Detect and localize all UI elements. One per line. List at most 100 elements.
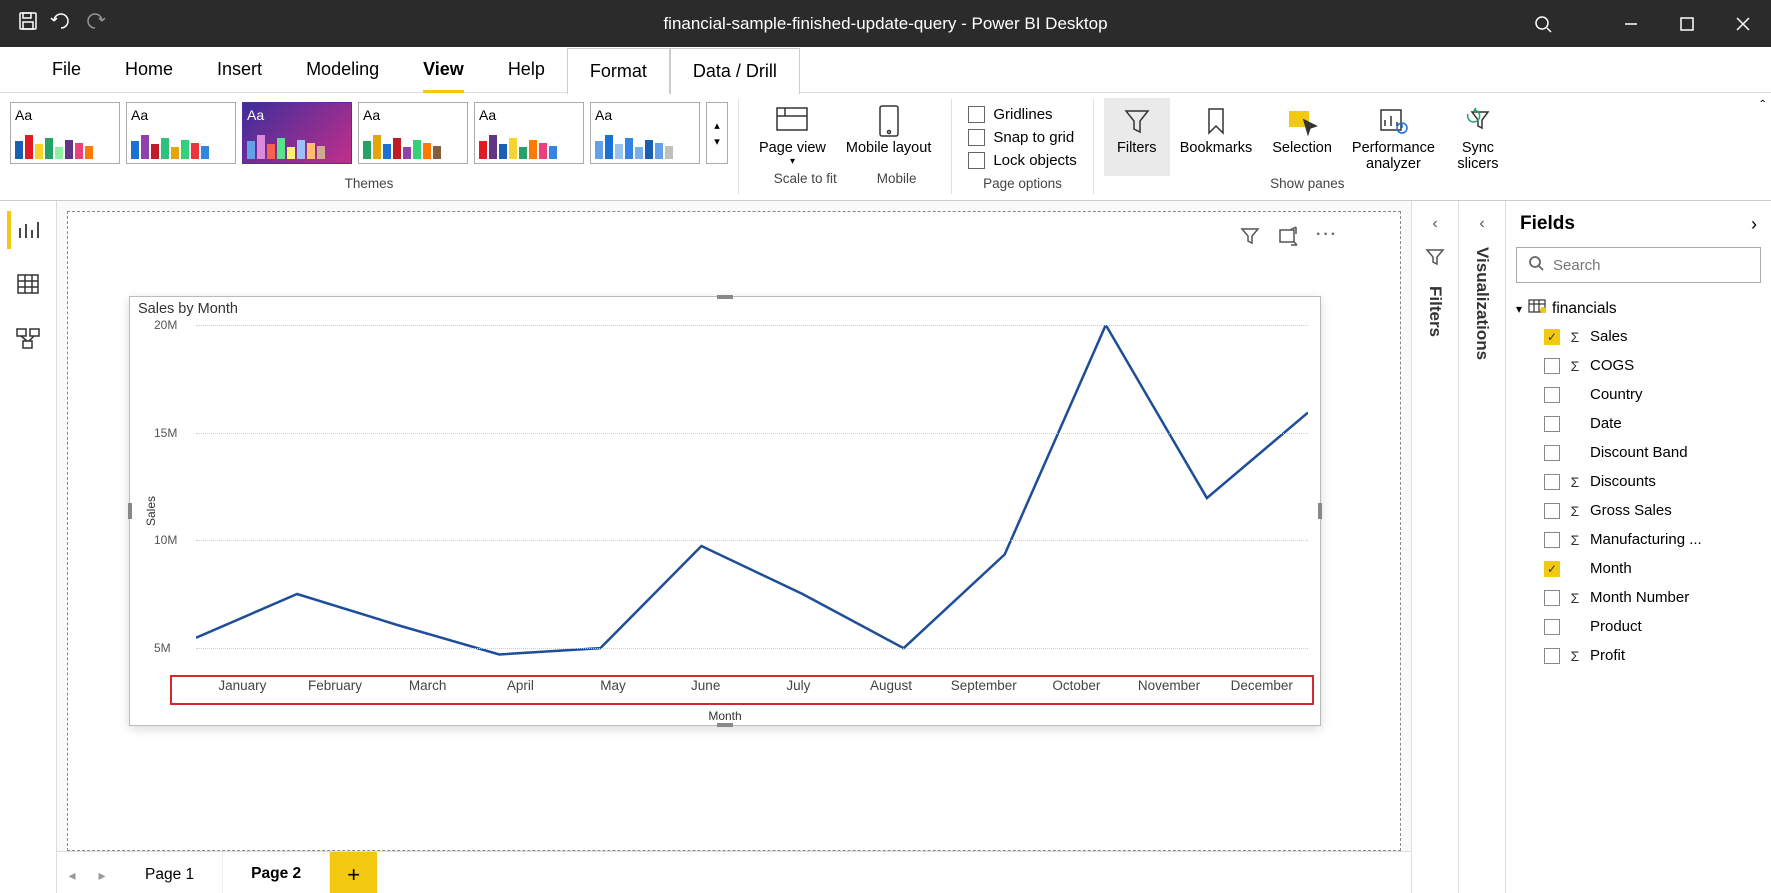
undo-icon[interactable] (50, 12, 72, 35)
page-view-button[interactable]: Page view ▾ (749, 98, 836, 171)
save-icon[interactable] (18, 11, 38, 36)
menu-help[interactable]: Help (486, 47, 567, 92)
next-page-button[interactable]: ▸ (87, 867, 117, 884)
selection-label: Selection (1272, 140, 1332, 156)
selection-pane-button[interactable]: Selection (1262, 98, 1342, 176)
selection-icon (1286, 102, 1318, 140)
gridlines-checkbox[interactable]: Gridlines (962, 103, 1058, 126)
field-checkbox[interactable] (1544, 416, 1560, 432)
menu-modeling[interactable]: Modeling (284, 47, 401, 92)
field-row[interactable]: Date (1516, 409, 1761, 438)
chevron-down-icon: ▾ (790, 156, 795, 167)
menu-file[interactable]: File (30, 47, 103, 92)
report-view-button[interactable] (7, 211, 45, 249)
filters-pane-button[interactable]: Filters (1104, 98, 1170, 176)
field-checkbox[interactable] (1544, 590, 1560, 606)
field-row[interactable]: Product (1516, 612, 1761, 641)
resize-handle[interactable] (717, 295, 733, 299)
performance-analyzer-button[interactable]: Performance analyzer (1342, 98, 1445, 176)
chevron-left-icon[interactable]: ‹ (1432, 215, 1437, 233)
field-row[interactable]: Σ Discounts (1516, 467, 1761, 496)
fields-pane: Fields › ▾ financials ΣSalesΣCOGSCountry… (1505, 201, 1771, 893)
theme-card[interactable]: Aa (126, 102, 236, 164)
snap-to-grid-checkbox[interactable]: Snap to grid (962, 126, 1080, 149)
page-tab-strip: ◂ ▸ Page 1Page 2 + (57, 851, 1411, 893)
resize-handle[interactable] (717, 723, 733, 727)
fields-search-input[interactable] (1553, 257, 1752, 274)
line-chart-visual[interactable]: Sales by Month Sales Month JanuaryFebrua… (129, 296, 1321, 726)
theme-card[interactable]: Aa (590, 102, 700, 164)
menu-format[interactable]: Format (567, 48, 670, 94)
field-row[interactable]: ΣCOGS (1516, 351, 1761, 380)
sigma-icon: Σ (1568, 590, 1582, 606)
sync-slicers-button[interactable]: Sync slicers (1445, 98, 1511, 176)
page-view-icon (775, 102, 809, 140)
gridlines-label: Gridlines (993, 106, 1052, 123)
add-page-button[interactable]: + (330, 852, 377, 893)
report-canvas[interactable]: ··· Sales by Month Sales Month JanuaryFe… (67, 211, 1401, 851)
field-row[interactable]: ΣGross Sales (1516, 496, 1761, 525)
page-tab[interactable]: Page 2 (223, 852, 330, 893)
mobile-layout-button[interactable]: Mobile layout (836, 98, 941, 171)
sigma-icon: Σ (1568, 474, 1582, 490)
bookmarks-label: Bookmarks (1180, 140, 1253, 156)
more-options-icon[interactable]: ··· (1316, 226, 1338, 251)
close-button[interactable] (1715, 0, 1771, 47)
field-row[interactable]: ΣMonth Number (1516, 583, 1761, 612)
table-node[interactable]: ▾ financials (1516, 295, 1761, 322)
filters-pane-collapsed[interactable]: ‹ Filters (1411, 201, 1458, 893)
lock-label: Lock objects (993, 152, 1076, 169)
themes-gallery[interactable]: Aa Aa Aa Aa Aa Aa ▴▾ (10, 98, 728, 168)
chevron-right-icon[interactable]: › (1751, 214, 1757, 235)
field-row[interactable]: Country (1516, 380, 1761, 409)
chart-title: Sales by Month (130, 297, 1320, 321)
field-label: Discount Band (1590, 444, 1688, 461)
visualizations-pane-collapsed[interactable]: ‹ Visualizations (1458, 201, 1505, 893)
field-checkbox[interactable] (1544, 445, 1560, 461)
prev-page-button[interactable]: ◂ (57, 867, 87, 884)
sigma-icon: Σ (1568, 358, 1582, 374)
field-row[interactable]: Discount Band (1516, 438, 1761, 467)
chevron-left-icon[interactable]: ‹ (1479, 215, 1484, 233)
page-tab[interactable]: Page 1 (117, 852, 223, 893)
field-checkbox[interactable] (1544, 358, 1560, 374)
theme-card[interactable]: Aa (242, 102, 352, 164)
field-label: Discounts (1590, 473, 1656, 490)
field-checkbox[interactable] (1544, 503, 1560, 519)
data-view-button[interactable] (9, 265, 47, 303)
themes-dropdown[interactable]: ▴▾ (706, 102, 728, 164)
menu-insert[interactable]: Insert (195, 47, 284, 92)
field-checkbox[interactable] (1544, 561, 1560, 577)
field-checkbox[interactable] (1544, 387, 1560, 403)
field-checkbox[interactable] (1544, 619, 1560, 635)
field-row[interactable]: ΣSales (1516, 322, 1761, 351)
menu-home[interactable]: Home (103, 47, 195, 92)
field-checkbox[interactable] (1544, 329, 1560, 345)
resize-handle[interactable] (128, 503, 132, 519)
collapse-ribbon-icon[interactable]: ˆ (1760, 97, 1765, 113)
theme-card[interactable]: Aa (10, 102, 120, 164)
table-icon (1528, 299, 1546, 318)
maximize-button[interactable] (1659, 0, 1715, 47)
menu-data-drill[interactable]: Data / Drill (670, 48, 800, 94)
resize-handle[interactable] (1318, 503, 1322, 519)
bookmarks-pane-button[interactable]: Bookmarks (1170, 98, 1263, 176)
lock-objects-checkbox[interactable]: Lock objects (962, 149, 1082, 172)
field-checkbox[interactable] (1544, 532, 1560, 548)
field-checkbox[interactable] (1544, 648, 1560, 664)
menu-view[interactable]: View (401, 47, 486, 92)
theme-card[interactable]: Aa (358, 102, 468, 164)
redo-icon[interactable] (84, 12, 106, 35)
field-checkbox[interactable] (1544, 474, 1560, 490)
fields-search[interactable] (1516, 247, 1761, 283)
field-row[interactable]: ΣManufacturing ... (1516, 525, 1761, 554)
focus-mode-icon[interactable] (1278, 226, 1298, 251)
theme-card[interactable]: Aa (474, 102, 584, 164)
model-view-button[interactable] (9, 319, 47, 357)
field-row[interactable]: Month (1516, 554, 1761, 583)
visual-filter-icon[interactable] (1240, 226, 1260, 251)
minimize-button[interactable] (1603, 0, 1659, 47)
search-icon[interactable] (1483, 15, 1603, 33)
field-row[interactable]: ΣProfit (1516, 641, 1761, 670)
plot-area: JanuaryFebruaryMarchAprilMayJuneJulyAugu… (196, 325, 1308, 669)
